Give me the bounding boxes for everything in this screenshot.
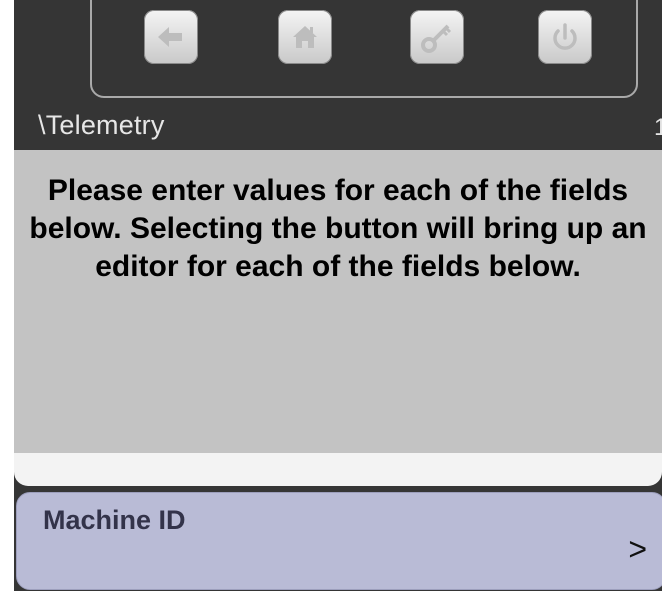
page-indicator: 1 xyxy=(654,114,662,141)
power-button[interactable] xyxy=(538,10,592,64)
content-panel: Please enter values for each of the fiel… xyxy=(14,150,662,486)
chevron-right-icon: > xyxy=(628,531,647,567)
power-icon xyxy=(553,23,577,50)
home-button[interactable] xyxy=(278,10,332,64)
home-icon xyxy=(293,26,317,48)
back-button[interactable] xyxy=(144,10,198,64)
field-row-machine-id[interactable]: Machine ID > xyxy=(16,492,662,590)
screen: \Telemetry 1 Please enter values for eac… xyxy=(14,0,662,591)
breadcrumb-path: \Telemetry xyxy=(38,110,165,140)
login-button[interactable] xyxy=(410,10,464,64)
instruction-text: Please enter values for each of the fiel… xyxy=(14,150,662,453)
left-arrow-icon xyxy=(158,27,182,47)
toolbar xyxy=(90,0,638,98)
key-icon xyxy=(421,24,452,53)
field-label: Machine ID xyxy=(43,505,186,535)
